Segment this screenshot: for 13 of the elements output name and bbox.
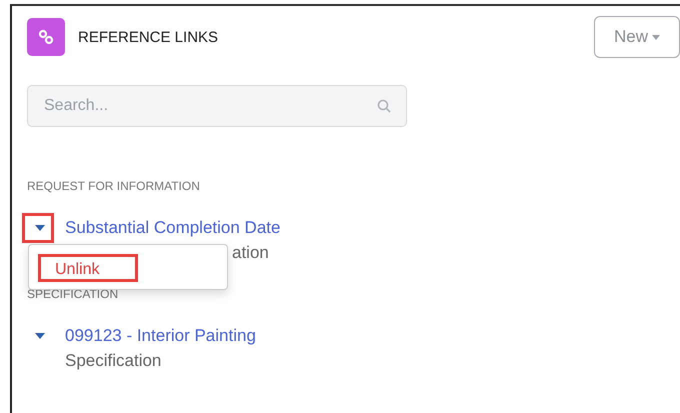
- item-link[interactable]: 099123 - Interior Painting: [65, 326, 256, 346]
- item-type: ation: [232, 242, 270, 264]
- section-heading: SPECIFICATION: [27, 287, 120, 303]
- item-type: Specification: [65, 350, 162, 372]
- new-button[interactable]: New: [594, 16, 680, 58]
- panel-title: REFERENCE LINKS: [78, 28, 218, 46]
- search-icon: [377, 99, 391, 113]
- item-link[interactable]: Substantial Completion Date: [65, 218, 280, 238]
- caret-icon: [652, 34, 660, 40]
- link-icon: [27, 18, 65, 56]
- search-field[interactable]: Search...: [27, 85, 407, 127]
- unlink-menu-item[interactable]: Unlink: [38, 254, 138, 282]
- section-heading: REQUEST FOR INFORMATION: [27, 179, 201, 195]
